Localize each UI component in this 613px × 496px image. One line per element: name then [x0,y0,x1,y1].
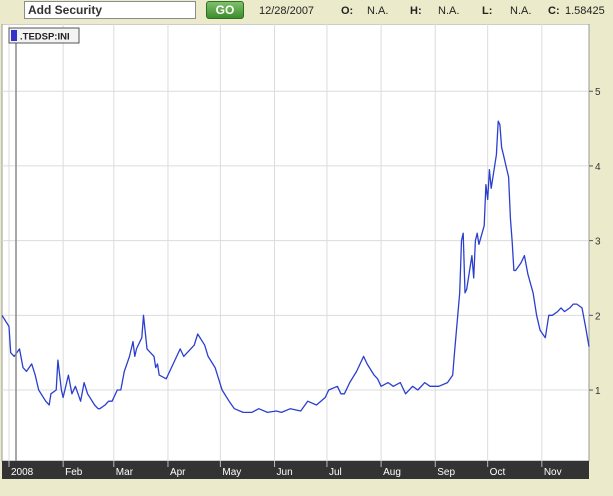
x-tick-label: Jun [277,467,293,478]
low-label: L: [482,5,493,17]
x-tick-label: May [222,467,241,478]
low-value: N.A. [510,5,532,17]
close-label: C: [548,5,560,17]
y-tick-label: 5 [595,87,601,98]
y-tick-label: 1 [595,386,601,397]
x-tick-label: Jul [329,467,342,478]
x-tick-label: 2008 [11,467,34,478]
line-chart: 1 2 3 4 5 2008 Feb Mar Apr May Jun Jul Aug Sep Oct Nov… [1,23,601,479]
y-tick-label: 4 [595,162,601,173]
high-label: H: [410,5,422,17]
y-tick-label: 3 [595,237,601,248]
add-security-input[interactable] [24,1,196,19]
x-tick-label: Oct [490,467,506,478]
toolbar: GO 12/28/2007 O: N.A. H: N.A. L: N.A. C:… [0,0,613,24]
high-value: N.A. [438,5,460,17]
x-tick-label: Apr [170,467,186,478]
chart-frame: 1 2 3 4 5 2008 Feb Mar Apr May Jun Jul Aug Sep Oct Nov… [0,23,613,491]
open-label: O: [341,5,354,17]
go-button[interactable]: GO [206,1,244,19]
x-tick-label: Sep [437,467,455,478]
close-value: 1.58425 [565,5,605,17]
plot-area [1,23,590,462]
quote-date: 12/28/2007 [259,5,315,17]
x-tick-label: Feb [65,467,83,478]
legend: .TEDSP:INI [8,27,80,44]
legend-label: .TEDSP:INI [20,32,70,43]
x-tick-label: Nov [544,467,562,478]
y-axis: 1 2 3 4 5 [589,87,601,397]
y-tick-label: 2 [595,311,601,322]
legend-swatch [11,30,17,41]
x-tick-label: Aug [383,467,401,478]
x-tick-label: Mar [116,467,134,478]
open-value: N.A. [367,5,389,17]
